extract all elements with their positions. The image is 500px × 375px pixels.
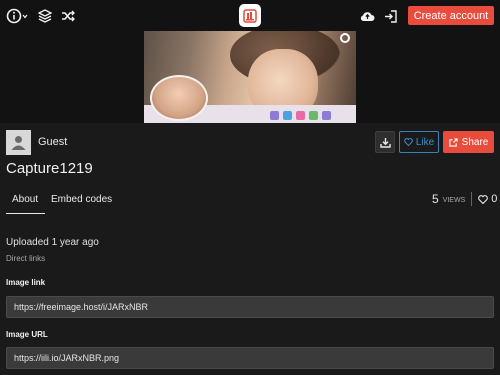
- heart-icon: [478, 194, 489, 204]
- user-name[interactable]: Guest: [38, 136, 67, 148]
- avatar[interactable]: [6, 130, 31, 155]
- top-bar: Create account: [0, 0, 500, 31]
- download-icon: [379, 137, 391, 148]
- share-label: Share: [461, 136, 489, 148]
- upload-icon[interactable]: [359, 6, 375, 26]
- layers-icon[interactable]: [37, 6, 53, 26]
- image-link-label: Image link: [6, 278, 46, 287]
- create-account-button[interactable]: Create account: [408, 6, 494, 25]
- image-viewer: [0, 31, 500, 123]
- image-url-label: Image URL: [6, 330, 48, 339]
- share-icon: [449, 137, 458, 147]
- tab-embed-codes[interactable]: Embed codes: [51, 194, 112, 205]
- likes-count-group: 0: [478, 193, 497, 205]
- image-link-field[interactable]: [6, 296, 494, 318]
- heart-icon: [404, 138, 413, 146]
- tab-about[interactable]: About: [12, 194, 38, 205]
- like-label: Like: [415, 136, 435, 148]
- logo-icon[interactable]: [239, 4, 261, 27]
- sign-in-icon[interactable]: [383, 6, 399, 26]
- direct-links-heading: Direct links: [6, 254, 46, 263]
- page-title: Capture1219: [6, 160, 93, 177]
- views-count: 5: [432, 192, 439, 206]
- user-icon: [11, 136, 26, 150]
- download-button[interactable]: [375, 131, 395, 153]
- image-stats: 5 VIEWS 0: [432, 192, 497, 206]
- image-url-field[interactable]: [6, 347, 494, 369]
- like-button[interactable]: Like: [399, 131, 439, 153]
- active-tab-indicator: [6, 213, 45, 214]
- likes-count: 0: [491, 193, 498, 205]
- user-row: Guest Like Share: [0, 123, 500, 161]
- shuffle-icon[interactable]: [60, 6, 76, 26]
- uploaded-date: Uploaded 1 year ago: [6, 237, 99, 248]
- share-button[interactable]: Share: [443, 131, 494, 153]
- main-image[interactable]: [144, 31, 356, 123]
- stats-divider: [471, 192, 473, 206]
- info-icon[interactable]: [6, 6, 28, 26]
- views-label: VIEWS: [442, 196, 466, 204]
